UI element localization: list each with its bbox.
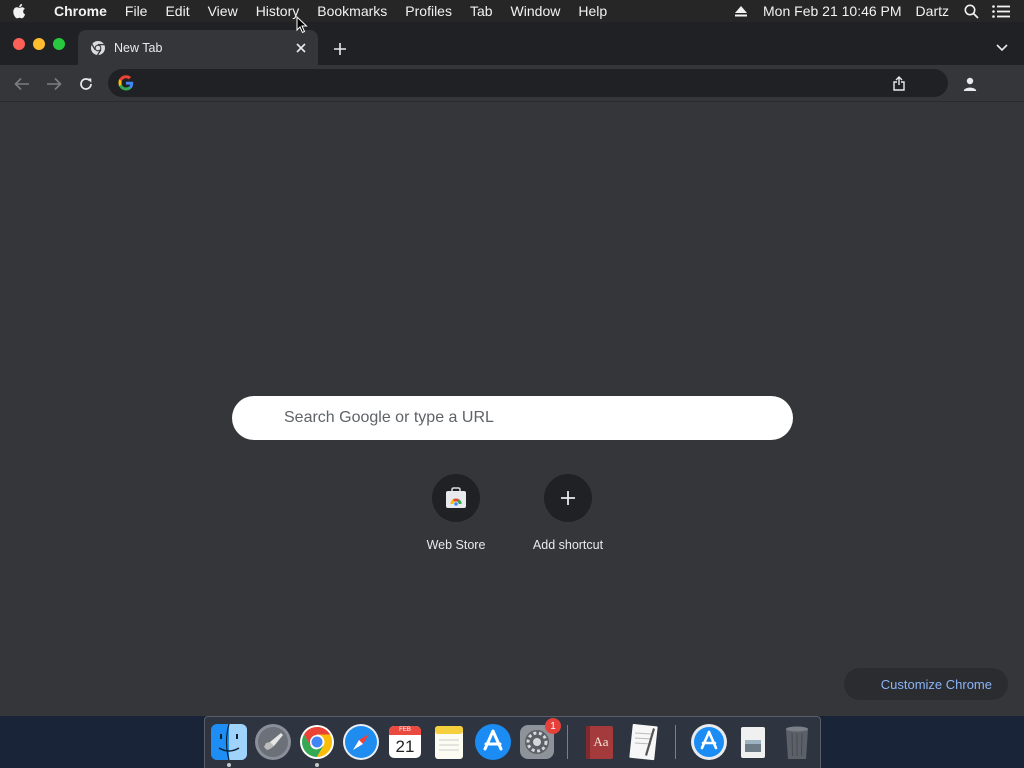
dock: FEB 21 1 Aa <box>204 716 821 768</box>
shortcut-label: Add shortcut <box>532 538 604 552</box>
notes-icon[interactable] <box>429 722 469 762</box>
address-bar[interactable] <box>108 69 948 97</box>
finder-icon[interactable] <box>209 722 249 762</box>
window-close-button[interactable] <box>13 38 25 50</box>
menubar-user[interactable]: Dartz <box>909 0 956 22</box>
dock-separator <box>675 725 676 759</box>
plus-icon[interactable] <box>544 474 592 522</box>
app-store-icon[interactable] <box>473 722 513 762</box>
menu-window[interactable]: Window <box>502 0 570 22</box>
new-tab-page: Web Store Add shortcut Customize Chrome <box>0 102 1024 716</box>
notification-center-icon[interactable] <box>986 0 1016 22</box>
mouse-cursor-icon <box>296 15 308 34</box>
menu-bar: Chrome File Edit View History Bookmarks … <box>0 0 1024 22</box>
reload-icon[interactable] <box>75 73 97 95</box>
share-icon[interactable] <box>890 74 908 92</box>
google-g-icon <box>118 75 134 91</box>
menu-help[interactable]: Help <box>569 0 616 22</box>
customize-chrome-label: Customize Chrome <box>880 676 992 692</box>
calendar-icon[interactable]: FEB 21 <box>385 722 425 762</box>
menubar-status-area: Mon Feb 21 10:46 PM Dartz <box>726 0 1024 22</box>
web-store-icon[interactable] <box>432 474 480 522</box>
ntp-search-box[interactable] <box>232 396 793 440</box>
running-indicator <box>227 763 231 767</box>
menubar-clock[interactable]: Mon Feb 21 10:46 PM <box>756 0 909 22</box>
shortcut-add[interactable]: Add shortcut <box>512 474 624 564</box>
menu-profiles[interactable]: Profiles <box>396 0 461 22</box>
tab-new-tab[interactable]: New Tab <box>78 30 318 65</box>
dictionary-icon[interactable]: Aa <box>579 722 619 762</box>
profile-avatar-icon[interactable] <box>959 73 981 95</box>
window-minimize-button[interactable] <box>33 38 45 50</box>
new-tab-button[interactable] <box>330 39 350 59</box>
toolbar <box>0 65 1024 102</box>
preview-icon[interactable] <box>733 722 773 762</box>
system-preferences-icon[interactable]: 1 <box>517 718 561 762</box>
chevron-down-icon[interactable] <box>994 40 1010 56</box>
textedit-icon[interactable] <box>623 722 663 762</box>
menu-bookmarks[interactable]: Bookmarks <box>308 0 396 22</box>
tab-strip: New Tab <box>0 22 1024 65</box>
ntp-search-input[interactable] <box>232 396 793 440</box>
dictionary-label: Aa <box>593 734 609 749</box>
app-store-folder-icon[interactable] <box>689 722 729 762</box>
chrome-icon <box>90 40 106 56</box>
running-indicator <box>315 763 319 767</box>
close-icon[interactable] <box>293 40 309 56</box>
eject-icon[interactable] <box>726 0 756 22</box>
launchpad-icon[interactable] <box>253 722 293 762</box>
spotlight-search-icon[interactable] <box>956 0 986 22</box>
calendar-day: 21 <box>395 737 415 756</box>
trash-icon[interactable] <box>777 722 817 762</box>
tab-title: New Tab <box>114 40 163 55</box>
dock-separator <box>567 725 568 759</box>
forward-arrow-icon[interactable] <box>43 73 65 95</box>
shortcut-label: Web Store <box>426 538 486 552</box>
menu-edit[interactable]: Edit <box>156 0 198 22</box>
menu-tab[interactable]: Tab <box>461 0 502 22</box>
chrome-icon[interactable] <box>297 722 337 762</box>
window-zoom-button[interactable] <box>53 38 65 50</box>
safari-icon[interactable] <box>341 722 381 762</box>
address-input[interactable] <box>144 69 890 97</box>
menu-file[interactable]: File <box>116 0 157 22</box>
calendar-month: FEB <box>399 727 411 733</box>
back-arrow-icon[interactable] <box>11 73 33 95</box>
menu-app-chrome[interactable]: Chrome <box>44 0 116 22</box>
apple-icon[interactable] <box>12 0 44 22</box>
shortcut-web-store[interactable]: Web Store <box>400 474 512 564</box>
chrome-window: New Tab Search Google or type a URL Web … <box>0 22 1024 716</box>
notification-badge: 1 <box>545 718 561 734</box>
customize-chrome-button[interactable]: Customize Chrome <box>844 668 1008 700</box>
menu-view[interactable]: View <box>199 0 247 22</box>
